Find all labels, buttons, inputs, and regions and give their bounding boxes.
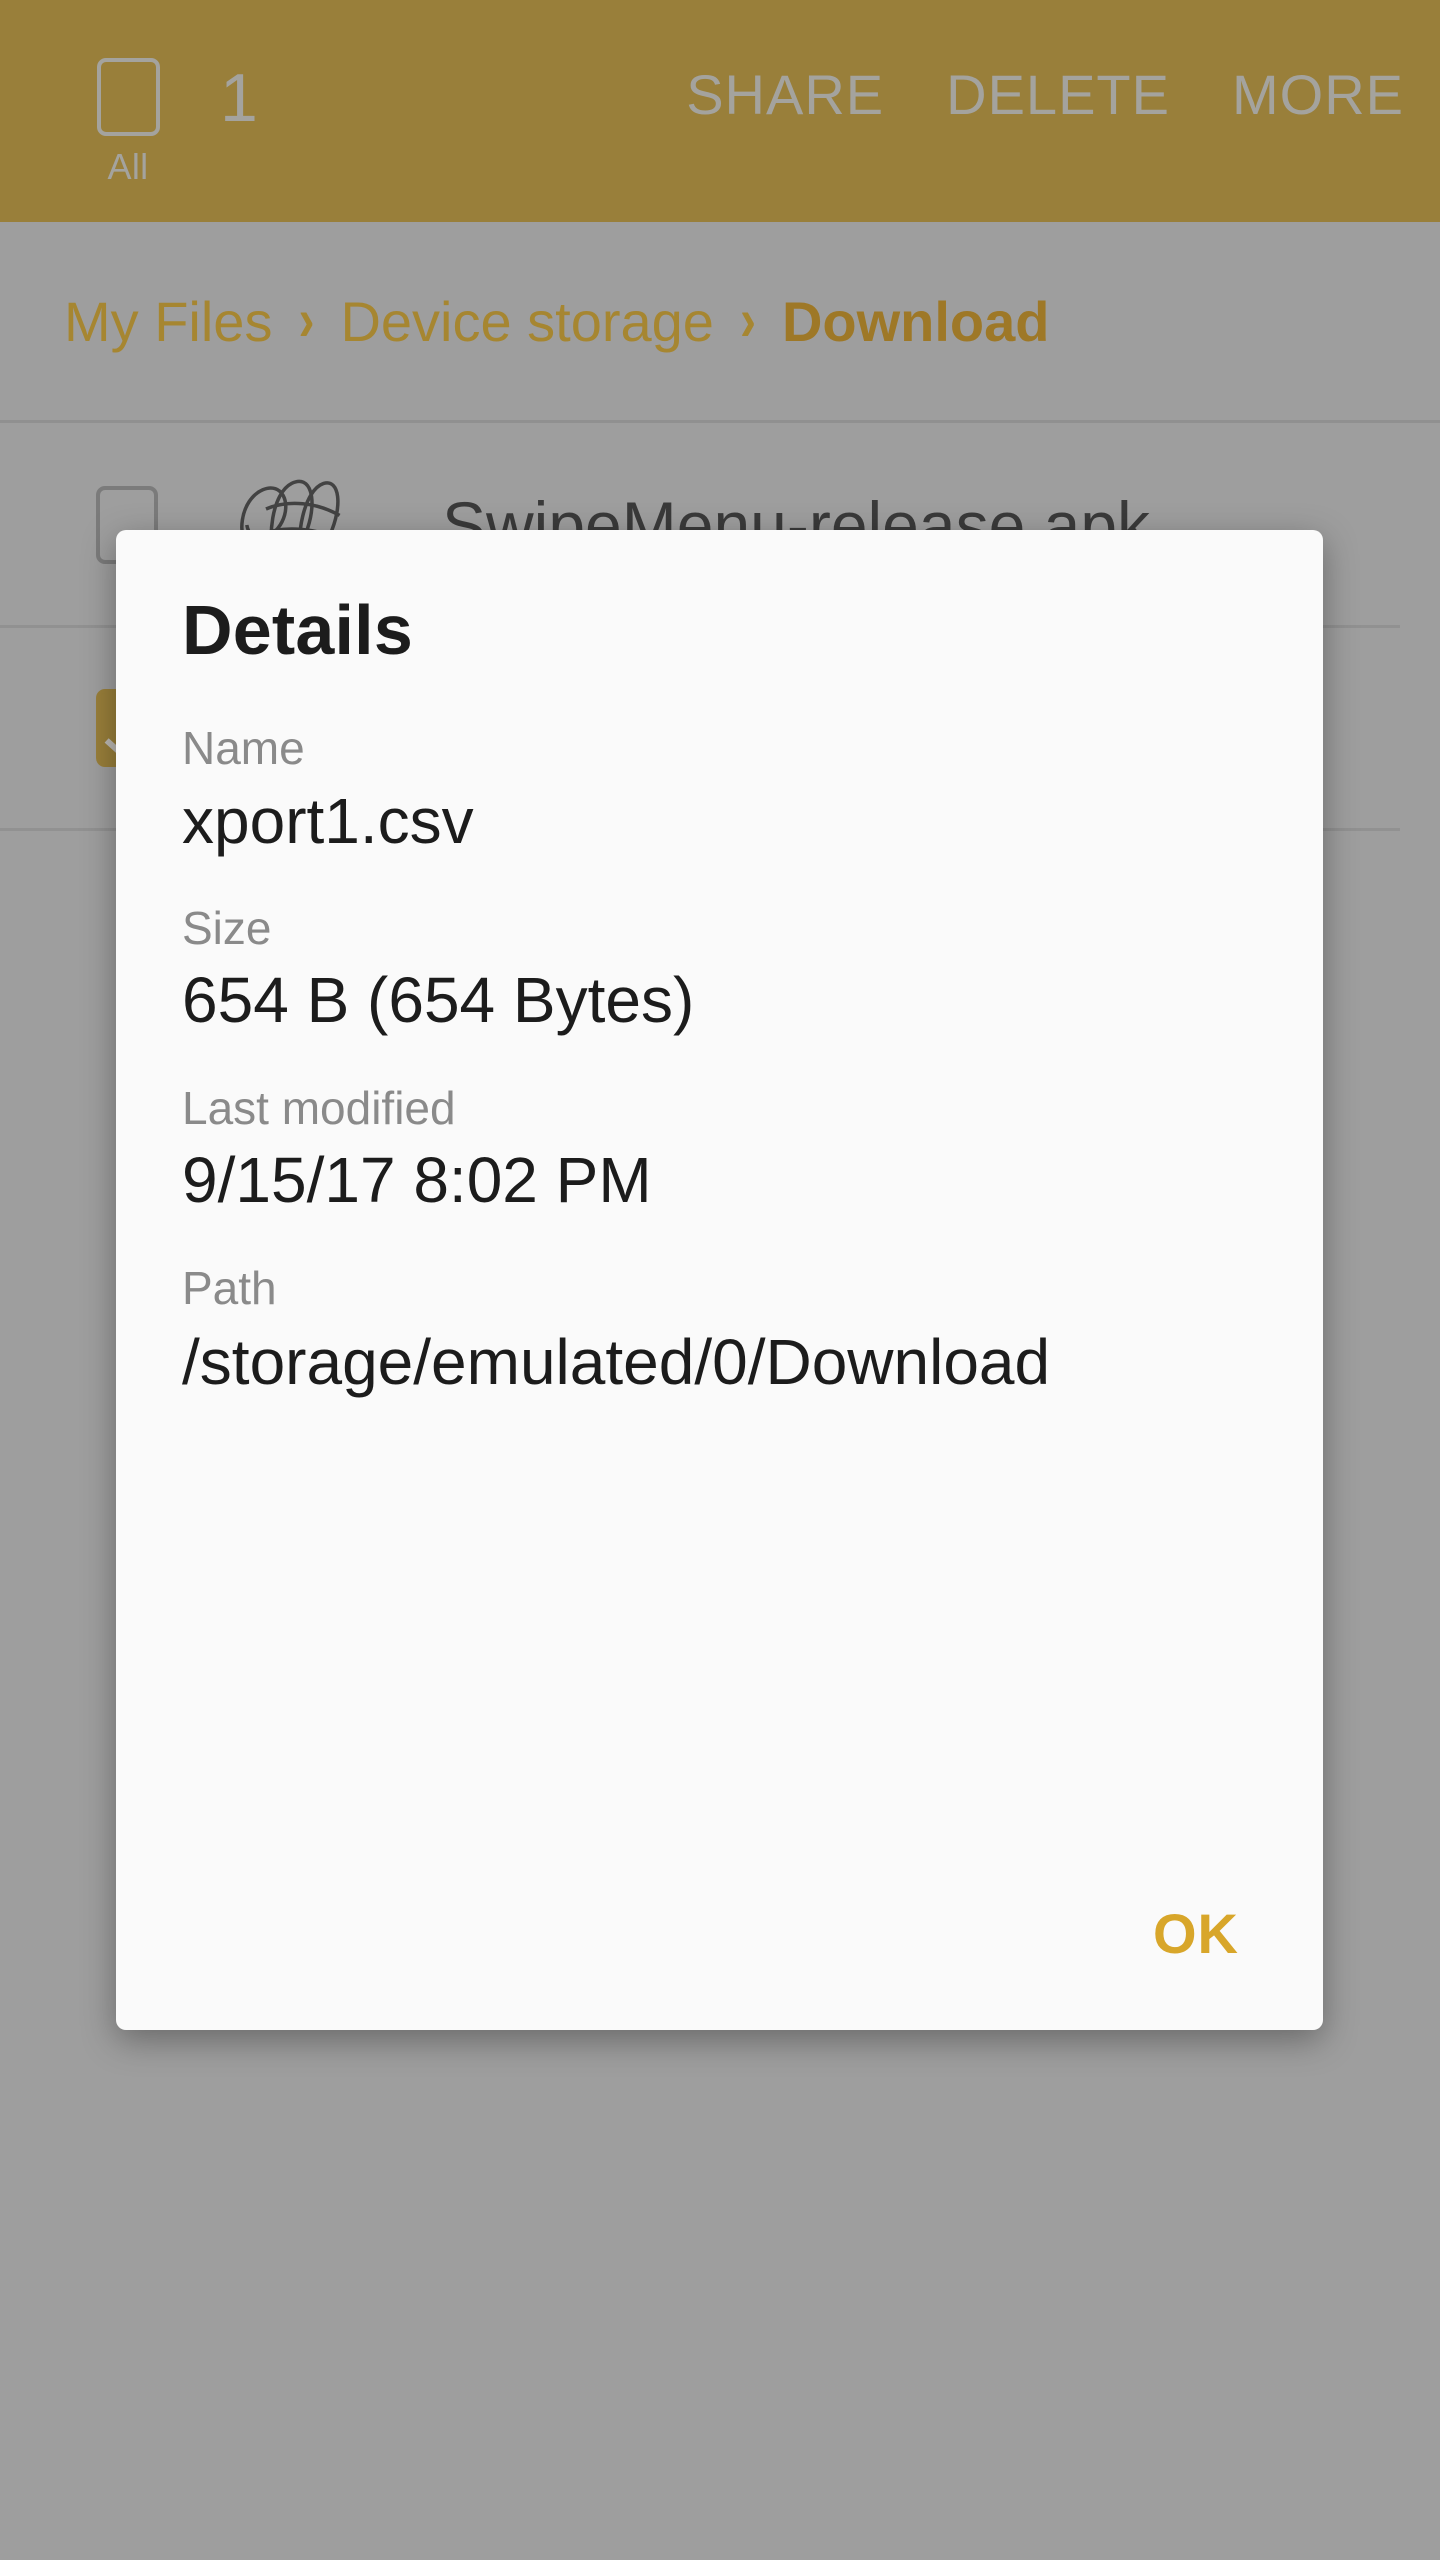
field-size: Size 654 B (654 Bytes) (182, 900, 1257, 1036)
field-value: xport1.csv (182, 784, 474, 857)
field-label: Size (182, 901, 272, 954)
field-label: Path (182, 1261, 277, 1314)
field-value: 9/15/17 8:02 PM (182, 1144, 652, 1217)
field-label: Last modified (182, 1081, 456, 1134)
details-dialog: Details Name xport1.csv Size 654 B (654 … (116, 530, 1323, 2030)
field-last-modified: Last modified 9/15/17 8:02 PM (182, 1080, 1257, 1216)
field-value: /storage/emulated/0/Download (182, 1326, 1051, 1399)
field-label: Name (182, 722, 305, 774)
dialog-actions: OK (1135, 1891, 1257, 1976)
field-name: Name xport1.csv (182, 720, 1257, 856)
field-path: Path /storage/emulated/0/Download (182, 1260, 1257, 1401)
ok-button[interactable]: OK (1135, 1891, 1257, 1976)
screen-root: All 1 SHARE DELETE MORE My Files › Devic… (0, 0, 1440, 2560)
field-value: 654 B (654 Bytes) (182, 964, 695, 1037)
dialog-title: Details (182, 591, 413, 669)
